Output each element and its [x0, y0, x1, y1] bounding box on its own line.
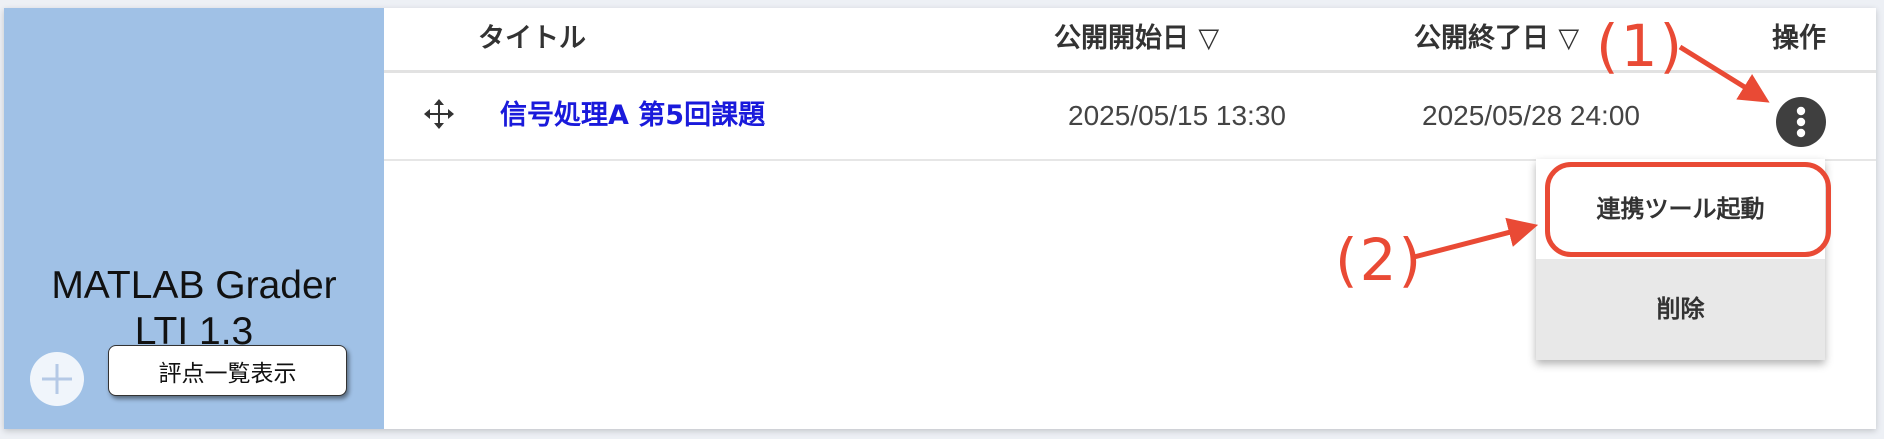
arrow-2 — [1413, 217, 1539, 260]
assignment-panel: MATLAB Grader LTI 1.3 評点一覧表示 タイトル 公開開始日 … — [4, 8, 1876, 429]
arrow-1 — [1678, 44, 1770, 103]
annotation-arrows — [1413, 44, 1770, 260]
